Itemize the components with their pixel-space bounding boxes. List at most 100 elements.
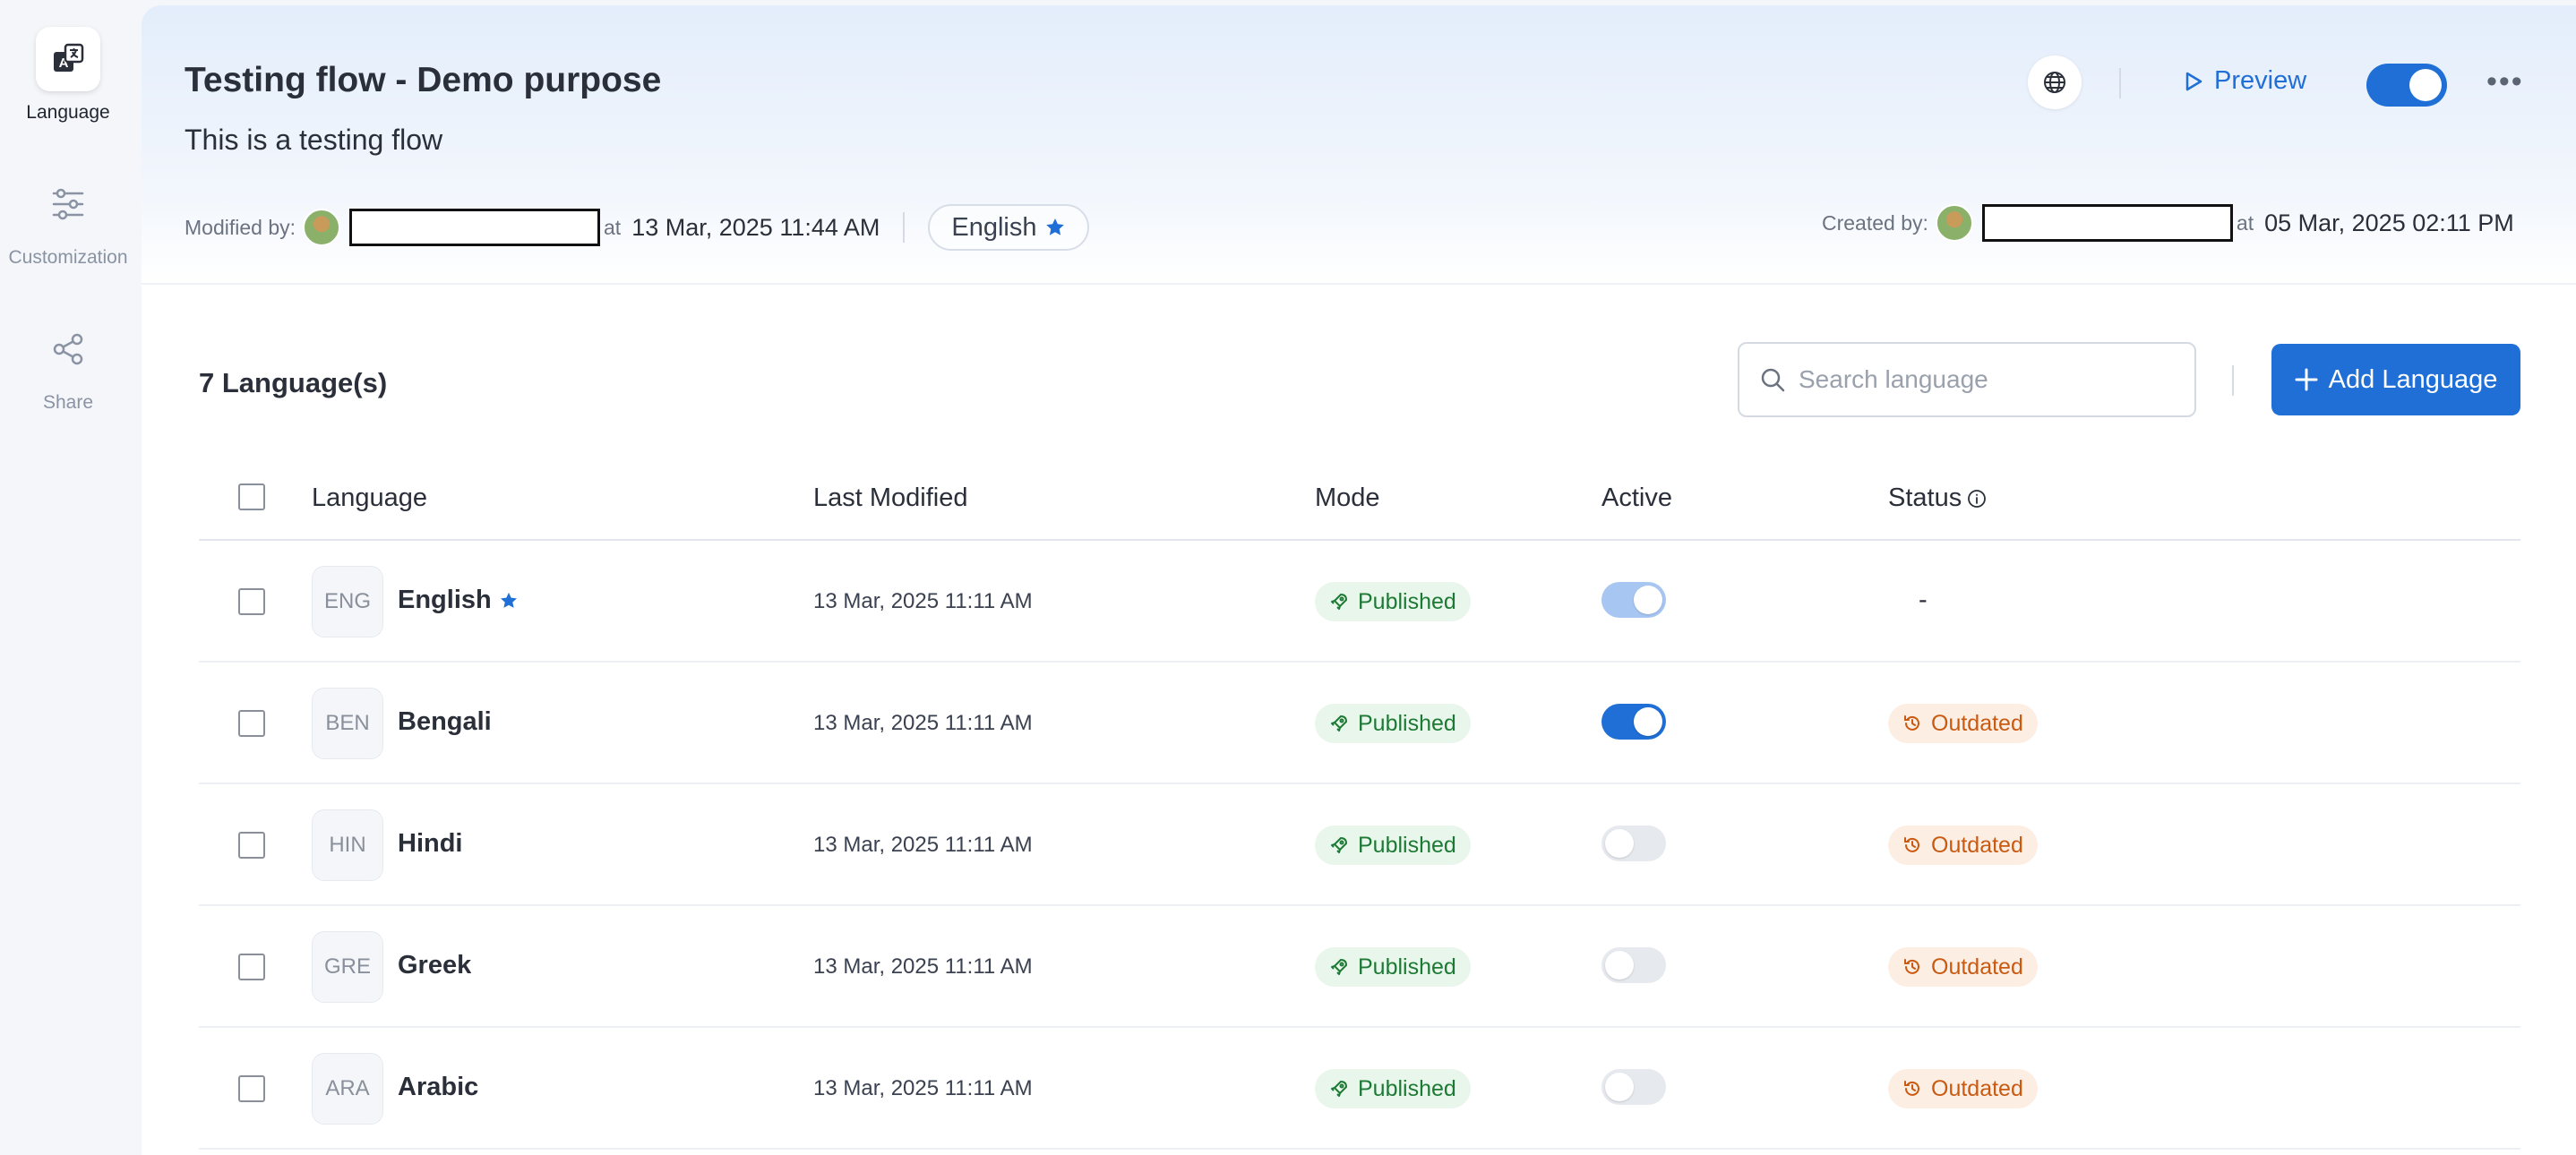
language-name-label: English xyxy=(398,586,492,614)
modified-info: Modified by: at 13 Mar, 2025 11:44 AM En… xyxy=(185,204,1089,251)
table-row[interactable]: BEN Bengali 13 Mar, 2025 11:11 AM Publis… xyxy=(199,663,2520,784)
globe-icon xyxy=(2044,72,2065,93)
rocket-icon xyxy=(1331,1081,1347,1097)
last-modified: 13 Mar, 2025 11:11 AM xyxy=(813,589,1033,613)
active-toggle[interactable] xyxy=(1601,826,1666,861)
flow-active-toggle[interactable] xyxy=(2366,64,2447,107)
language-code-badge: HIN xyxy=(312,809,383,881)
divider xyxy=(2232,365,2234,396)
active-toggle[interactable] xyxy=(1601,1069,1666,1105)
preview-button[interactable]: Preview xyxy=(2184,66,2306,96)
language-icon: A xyxy=(36,27,100,91)
search-icon xyxy=(1761,368,1785,392)
status-badge: Outdated xyxy=(1888,1069,2038,1108)
modified-datetime: 13 Mar, 2025 11:44 AM xyxy=(631,213,880,241)
preview-label: Preview xyxy=(2214,66,2307,95)
history-icon xyxy=(1904,1081,1919,1096)
flow-header: Testing flow - Demo purpose This is a te… xyxy=(142,5,2576,285)
page-title: Testing flow - Demo purpose xyxy=(185,61,662,99)
active-toggle[interactable] xyxy=(1601,582,1666,618)
plus-icon xyxy=(2295,368,2318,391)
search-input[interactable]: Search language xyxy=(1738,342,2196,417)
status-header-label: Status xyxy=(1888,483,1962,512)
column-header-status: Status xyxy=(1888,483,1987,513)
row-checkbox[interactable] xyxy=(238,710,265,737)
table-row[interactable]: ENG English 13 Mar, 2025 11:11 AM Publis… xyxy=(199,541,2520,663)
language-code-badge: BEN xyxy=(312,688,383,759)
language-name-label: Greek xyxy=(398,951,472,980)
language-globe-button[interactable] xyxy=(2028,56,2082,109)
status-label: Outdated xyxy=(1931,832,2023,858)
language-name[interactable]: Arabic xyxy=(398,1073,478,1102)
row-checkbox[interactable] xyxy=(238,954,265,980)
mode-badge: Published xyxy=(1315,582,1471,621)
column-header-last-modified: Last Modified xyxy=(813,483,968,512)
sidebar-item-share[interactable]: Share xyxy=(0,317,136,414)
status-badge: Outdated xyxy=(1888,947,2038,987)
sidebar-item-label: Share xyxy=(42,392,94,413)
modified-by-label: Modified by: xyxy=(185,215,296,239)
language-code-badge: ARA xyxy=(312,1053,383,1125)
active-toggle[interactable] xyxy=(1601,704,1666,740)
status-badge: Outdated xyxy=(1888,704,2038,743)
rocket-icon xyxy=(1331,715,1347,732)
mode-badge: Published xyxy=(1315,947,1471,987)
info-icon[interactable] xyxy=(1967,489,1987,509)
language-name[interactable]: English xyxy=(398,586,519,615)
table-row[interactable]: ARA Arabic 13 Mar, 2025 11:11 AM Publish… xyxy=(199,1028,2520,1150)
active-toggle[interactable] xyxy=(1601,947,1666,983)
language-name[interactable]: Bengali xyxy=(398,707,492,737)
language-name[interactable]: Greek xyxy=(398,951,471,980)
last-modified: 13 Mar, 2025 11:11 AM xyxy=(813,833,1033,857)
add-language-label: Add Language xyxy=(2328,364,2498,394)
status-badge: Outdated xyxy=(1888,826,2038,865)
table-row[interactable]: HIN Hindi 13 Mar, 2025 11:11 AM Publishe… xyxy=(199,784,2520,906)
select-all-checkbox[interactable] xyxy=(238,483,265,510)
divider xyxy=(2119,68,2121,98)
language-code-badge: GRE xyxy=(312,931,383,1003)
sidebar: A Language Customization Share xyxy=(0,0,136,1155)
default-language-badge[interactable]: English xyxy=(928,204,1089,251)
column-header-active: Active xyxy=(1601,483,1672,512)
sliders-icon xyxy=(36,172,100,236)
add-language-button[interactable]: Add Language xyxy=(2271,344,2520,415)
history-icon xyxy=(1904,959,1919,974)
redacted-name xyxy=(1981,204,2233,242)
created-info: Created by: at 05 Mar, 2025 02:11 PM xyxy=(1822,204,2514,242)
mode-badge: Published xyxy=(1315,1069,1471,1108)
share-icon xyxy=(36,317,100,381)
row-checkbox[interactable] xyxy=(238,832,265,859)
language-name-label: Hindi xyxy=(398,829,463,858)
language-name[interactable]: Hindi xyxy=(398,829,463,859)
last-modified: 13 Mar, 2025 11:11 AM xyxy=(813,1076,1033,1100)
language-code-badge: ENG xyxy=(312,566,383,637)
rocket-icon xyxy=(1331,837,1347,853)
mode-label: Published xyxy=(1358,710,1456,736)
row-checkbox[interactable] xyxy=(238,588,265,615)
divider xyxy=(903,212,906,243)
more-options-icon[interactable]: ••• xyxy=(2486,64,2524,99)
search-placeholder: Search language xyxy=(1799,365,1988,393)
column-header-language: Language xyxy=(312,483,428,512)
creator-avatar xyxy=(1935,204,1973,242)
sidebar-item-customization[interactable]: Customization xyxy=(0,172,136,269)
sidebar-item-label: Customization xyxy=(8,247,128,268)
last-modified: 13 Mar, 2025 11:11 AM xyxy=(813,954,1033,979)
history-icon xyxy=(1904,715,1919,731)
sidebar-item-language[interactable]: A Language xyxy=(0,27,136,124)
status-label: Outdated xyxy=(1931,710,2023,736)
row-checkbox[interactable] xyxy=(238,1075,265,1102)
language-count: 7 Language(s) xyxy=(199,367,388,398)
history-icon xyxy=(1904,837,1919,852)
status-label: Outdated xyxy=(1931,954,2023,980)
sidebar-item-label: Language xyxy=(26,102,110,123)
mode-badge: Published xyxy=(1315,826,1471,865)
star-icon xyxy=(500,592,517,608)
created-by-label: Created by: xyxy=(1822,210,1928,235)
language-name-label: Bengali xyxy=(398,707,492,736)
mode-label: Published xyxy=(1358,588,1456,614)
play-icon xyxy=(2185,72,2202,90)
mode-label: Published xyxy=(1358,832,1456,858)
table-header: Language Last Modified Mode Active Statu… xyxy=(199,453,2520,541)
table-row[interactable]: GRE Greek 13 Mar, 2025 11:11 AM Publishe… xyxy=(199,906,2520,1028)
